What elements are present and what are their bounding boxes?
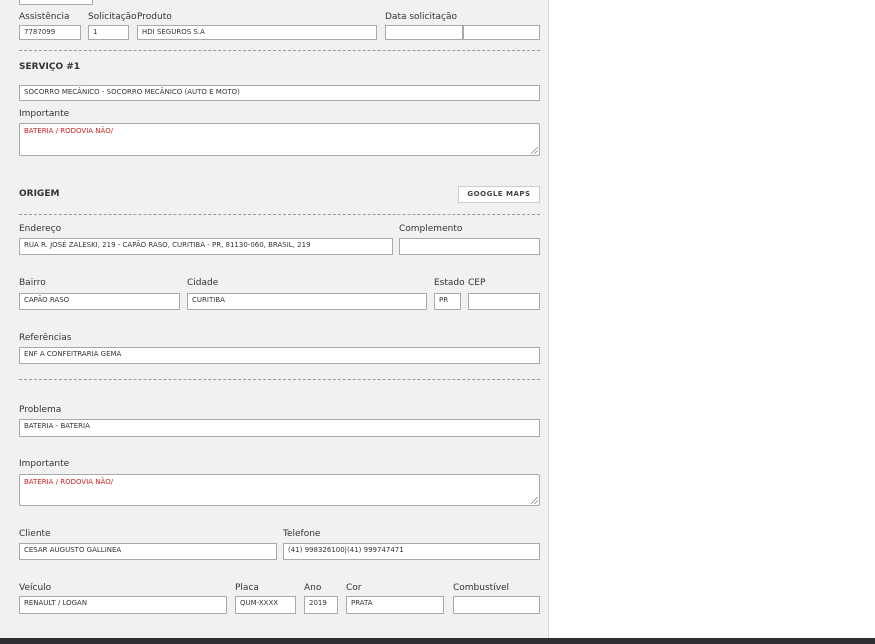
cliente-field[interactable]: CESAR AUGUSTO GALLINEA bbox=[19, 543, 277, 560]
importante-text: BATERIA / RODOVIA NÃO/ bbox=[24, 127, 114, 135]
cidade-field[interactable]: CURITIBA bbox=[187, 293, 427, 310]
produto-field[interactable]: HDI SEGUROS S.A bbox=[137, 25, 377, 40]
veiculo-field[interactable]: RENAULT / LOGAN bbox=[19, 596, 227, 614]
produto-label: Produto bbox=[137, 12, 172, 22]
divider bbox=[19, 50, 540, 51]
endereco-label: Endereço bbox=[19, 224, 62, 234]
veiculo-label: Veículo bbox=[19, 583, 52, 593]
google-maps-button[interactable]: GOOGLE MAPS bbox=[458, 186, 540, 203]
cor-label: Cor bbox=[346, 583, 362, 593]
referencias-label: Referências bbox=[19, 333, 72, 343]
divider bbox=[19, 379, 540, 380]
data-solicitacao-label: Data solicitação bbox=[385, 12, 458, 22]
endereco-field[interactable]: RUA R. JOSÉ ZALESKI, 219 - CAPÃO RASO, C… bbox=[19, 238, 393, 255]
problema-field[interactable]: BATERIA - BATERIA bbox=[19, 419, 540, 437]
telefone-label: Telefone bbox=[283, 529, 321, 539]
estado-field[interactable]: PR bbox=[434, 293, 461, 310]
cidade-label: Cidade bbox=[187, 278, 219, 288]
ano-label: Ano bbox=[304, 583, 322, 593]
data-solicitacao-time-field[interactable] bbox=[463, 25, 540, 40]
solicitacao-field[interactable]: 1 bbox=[88, 25, 129, 40]
importante-label: Importante bbox=[19, 109, 70, 119]
resize-grip-icon[interactable] bbox=[531, 147, 538, 154]
problema-label: Problema bbox=[19, 405, 62, 415]
combustivel-label: Combustível bbox=[453, 583, 510, 593]
importante-textarea[interactable]: BATERIA / RODOVIA NÃO/ bbox=[19, 123, 540, 156]
importante-2-label: Importante bbox=[19, 459, 70, 469]
bairro-field[interactable]: CAPÃO RASO bbox=[19, 293, 180, 310]
servico-title: SERVIÇO #1 bbox=[19, 62, 81, 72]
cep-label: CEP bbox=[468, 278, 486, 288]
importante-2-textarea[interactable]: BATERIA / RODOVIA NÃO/ bbox=[19, 474, 540, 506]
service-form-panel: Assistência 7787099 Solicitação 1 Produt… bbox=[0, 0, 549, 638]
estado-label: Estado bbox=[434, 278, 465, 288]
complemento-field[interactable] bbox=[399, 238, 540, 255]
divider bbox=[19, 214, 540, 215]
assistencia-field[interactable]: 7787099 bbox=[19, 25, 81, 40]
cor-field[interactable]: PRATA bbox=[346, 596, 444, 614]
resize-grip-icon[interactable] bbox=[531, 497, 538, 504]
data-solicitacao-date-field[interactable] bbox=[385, 25, 463, 40]
assistencia-label: Assistência bbox=[19, 12, 70, 22]
telefone-field[interactable]: (41) 998326100|(41) 999747471 bbox=[283, 543, 540, 560]
placa-label: Placa bbox=[235, 583, 259, 593]
origem-title: ORIGEM bbox=[19, 189, 60, 199]
cep-field[interactable] bbox=[468, 293, 540, 310]
complemento-label: Complemento bbox=[399, 224, 463, 234]
servico-tipo-field[interactable]: SOCORRO MECÂNICO - SOCORRO MECÂNICO (AUT… bbox=[19, 85, 540, 101]
bairro-label: Bairro bbox=[19, 278, 46, 288]
referencias-field[interactable]: ENF A CONFEITRARIA GEMA bbox=[19, 347, 540, 364]
taskbar bbox=[0, 638, 875, 644]
combustivel-field[interactable] bbox=[453, 596, 540, 614]
cut-off-field[interactable] bbox=[19, 0, 93, 5]
importante-2-text: BATERIA / RODOVIA NÃO/ bbox=[24, 478, 114, 486]
solicitacao-label: Solicitação bbox=[88, 12, 137, 22]
placa-field[interactable]: QUM-XXXX bbox=[235, 596, 296, 614]
ano-field[interactable]: 2019 bbox=[304, 596, 338, 614]
cliente-label: Cliente bbox=[19, 529, 51, 539]
